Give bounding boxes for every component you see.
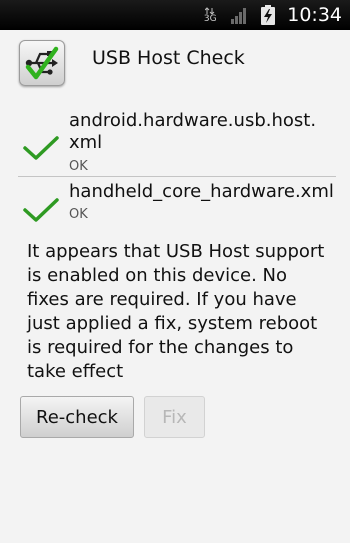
clock: 10:34: [287, 4, 342, 26]
divider: [18, 176, 336, 177]
status-message: It appears that USB Host support is enab…: [27, 241, 325, 382]
network-type-label: 3G: [203, 13, 217, 24]
check-status: OK: [69, 207, 88, 222]
check-status: OK: [69, 159, 88, 174]
status-bar: 3G 10:34: [0, 0, 350, 30]
app-header: USB Host Check: [0, 30, 350, 88]
checkmark-icon: [23, 198, 59, 222]
usb-check-icon: [19, 40, 65, 86]
battery-charging-icon: [259, 4, 277, 26]
signal-icon: [229, 5, 249, 25]
recheck-button[interactable]: Re-check: [20, 396, 134, 438]
checkmark-icon: [23, 136, 59, 160]
check-name: handheld_core_hardware.xml: [69, 181, 334, 202]
app-title: USB Host Check: [92, 47, 245, 69]
check-name: android.hardware.usb.host. xml: [69, 110, 317, 153]
network-3g-icon: 3G: [201, 4, 219, 26]
fix-button[interactable]: Fix: [144, 396, 205, 438]
